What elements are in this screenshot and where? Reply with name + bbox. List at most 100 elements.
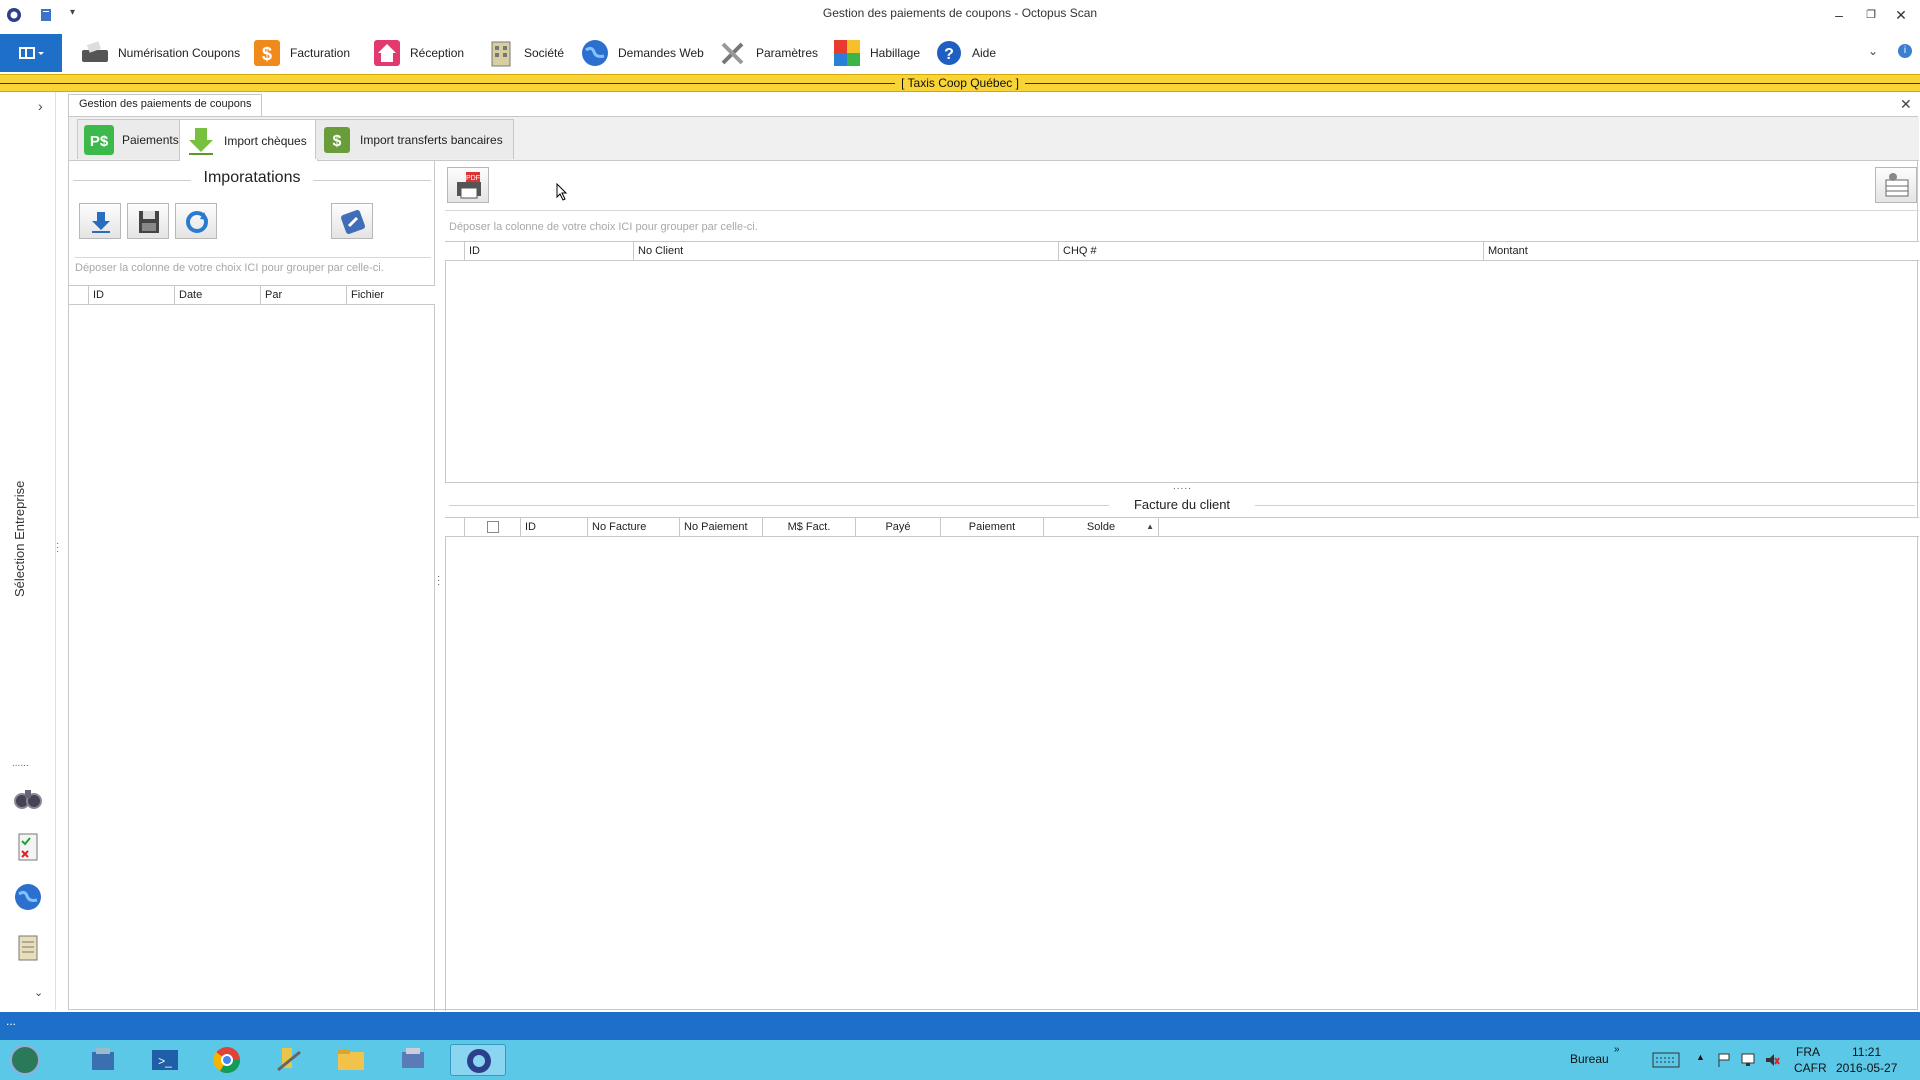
- ribbon-menu: Numérisation Coupons $ Facturation Récep…: [0, 34, 1920, 72]
- chrome-icon[interactable]: [210, 1044, 244, 1076]
- binoculars-icon[interactable]: [13, 782, 43, 812]
- svg-text:$: $: [333, 133, 342, 150]
- column-header-paiement[interactable]: Paiement: [941, 518, 1044, 536]
- keyboard-icon[interactable]: [1652, 1052, 1680, 1068]
- menu-demandes-web[interactable]: Demandes Web: [580, 36, 704, 70]
- column-header-paye[interactable]: Payé: [856, 518, 941, 536]
- menu-numerisation-coupons[interactable]: Numérisation Coupons: [80, 36, 240, 70]
- column-header-fichier[interactable]: Fichier: [347, 286, 433, 304]
- grid-settings-button[interactable]: [1875, 167, 1917, 203]
- toolbar-expand-icon[interactable]: »: [1614, 1044, 1620, 1055]
- expand-panel-icon[interactable]: ›: [38, 98, 43, 114]
- group-by-drop-zone[interactable]: Déposer la colonne de votre choix ICI po…: [75, 257, 431, 281]
- menu-societe[interactable]: Société: [486, 36, 564, 70]
- column-header-ms-fact[interactable]: M$ Fact.: [763, 518, 856, 536]
- select-all-checkbox[interactable]: [486, 521, 499, 533]
- cheques-grid-body[interactable]: [445, 261, 1919, 483]
- tools-icon[interactable]: [272, 1044, 306, 1076]
- octopus-scan-taskbar-button[interactable]: [450, 1044, 506, 1076]
- imports-grid-header: ID Date Par Fichier: [69, 285, 435, 305]
- menu-habillage[interactable]: Habillage: [832, 36, 920, 70]
- input-layout[interactable]: CAFR: [1794, 1061, 1827, 1075]
- flag-icon[interactable]: [1716, 1052, 1732, 1068]
- column-header-no-paiement[interactable]: No Paiement: [680, 518, 763, 536]
- show-hidden-icons-icon[interactable]: ▲: [1696, 1052, 1705, 1062]
- menu-label: Demandes Web: [618, 46, 704, 60]
- column-header-id[interactable]: ID: [521, 518, 588, 536]
- status-bar: ...: [0, 1012, 1920, 1040]
- close-document-icon[interactable]: ✕: [1900, 96, 1912, 113]
- powershell-icon[interactable]: >_: [148, 1044, 182, 1076]
- window-title: Gestion des paiements de coupons - Octop…: [822, 6, 1098, 20]
- globe-icon[interactable]: [13, 882, 43, 912]
- globe-icon: [582, 40, 608, 66]
- info-icon[interactable]: i: [1898, 44, 1912, 58]
- document-tab[interactable]: Gestion des paiements de coupons: [68, 94, 263, 116]
- save-icon: [139, 211, 159, 233]
- start-button-icon[interactable]: [8, 1044, 42, 1076]
- splitter-handle-icon[interactable]: · · ·: [56, 539, 59, 557]
- cheques-grid-header: ID No Client CHQ # Montant: [445, 241, 1919, 261]
- file-explorer-icon[interactable]: [334, 1044, 368, 1076]
- close-window-button[interactable]: ✕: [1886, 4, 1916, 26]
- desktop-toolbar-label[interactable]: Bureau: [1570, 1052, 1609, 1066]
- column-header-id[interactable]: ID: [89, 286, 175, 304]
- volume-muted-icon[interactable]: [1764, 1052, 1780, 1068]
- company-selection-panel: › Sélection Entreprise · · · ...... ⌄: [0, 92, 59, 1010]
- menu-facturation[interactable]: $ Facturation: [252, 36, 350, 70]
- scroll-down-icon[interactable]: ⌄: [34, 986, 43, 999]
- invoice-icon: $: [254, 40, 280, 66]
- menu-label: Réception: [410, 46, 465, 60]
- cheques-toolbar: PDF: [445, 161, 1919, 211]
- company-selection-label[interactable]: Sélection Entreprise: [12, 481, 27, 597]
- column-header-no-facture[interactable]: No Facture: [588, 518, 680, 536]
- download-arrow-icon: [189, 127, 213, 155]
- save-button[interactable]: [127, 203, 169, 239]
- svg-text:?: ?: [944, 46, 954, 63]
- menu-parametres[interactable]: Paramètres: [718, 36, 818, 70]
- building-icon: [491, 41, 511, 67]
- invoices-grid-header: ID No Facture No Paiement M$ Fact. Payé …: [445, 517, 1919, 537]
- home-icon: [374, 40, 400, 66]
- server-manager-icon[interactable]: [86, 1044, 120, 1076]
- network-app-icon[interactable]: [396, 1044, 430, 1076]
- column-header-montant[interactable]: Montant: [1484, 242, 1919, 260]
- refresh-button[interactable]: [175, 203, 217, 239]
- group-by-drop-zone[interactable]: Déposer la colonne de votre choix ICI po…: [449, 221, 758, 233]
- column-header-id[interactable]: ID: [465, 242, 634, 260]
- tab-paiements[interactable]: P$ Paiements: [77, 119, 190, 159]
- application-menu-button[interactable]: [0, 34, 62, 72]
- tab-import-transferts-bancaires[interactable]: $ Import transferts bancaires: [315, 119, 514, 159]
- row-indicator-column: [69, 286, 89, 304]
- column-header-date[interactable]: Date: [175, 286, 261, 304]
- documents-icon[interactable]: [13, 932, 43, 962]
- tab-import-cheques[interactable]: Import chèques: [179, 119, 318, 161]
- ribbon-collapse-icon[interactable]: ⌄: [1868, 44, 1878, 58]
- tab-label: Import chèques: [224, 133, 307, 148]
- cheques-panel: PDF Déposer la colonne de votre choix IC…: [445, 161, 1919, 1011]
- input-language[interactable]: FRA: [1796, 1045, 1820, 1059]
- column-header-solde[interactable]: Solde ▲: [1044, 518, 1159, 536]
- restore-button[interactable]: ❐: [1856, 4, 1886, 26]
- imports-title: Imporatations: [69, 169, 435, 187]
- network-icon[interactable]: [1740, 1052, 1756, 1068]
- app-menu-icon: [19, 47, 44, 59]
- menu-reception[interactable]: Réception: [372, 36, 464, 70]
- document-content: P$ Paiements Import chèques $ Import tra…: [68, 116, 1919, 1011]
- company-banner: [ Taxis Coop Québec ]: [0, 74, 1920, 92]
- column-header-chq[interactable]: CHQ #: [1059, 242, 1484, 260]
- column-header-no-client[interactable]: No Client: [634, 242, 1059, 260]
- vertical-splitter-handle[interactable]: · · ·: [437, 572, 440, 590]
- minimize-button[interactable]: –: [1824, 4, 1854, 26]
- import-file-button[interactable]: [79, 203, 121, 239]
- clock-date[interactable]: 2016-05-27: [1836, 1061, 1897, 1075]
- menu-aide[interactable]: ? Aide: [934, 36, 996, 70]
- clock-time[interactable]: 11:21: [1852, 1045, 1881, 1059]
- horizontal-splitter-handle[interactable]: .....: [1173, 481, 1192, 492]
- link-cheque-button[interactable]: [331, 203, 373, 239]
- checklist-icon[interactable]: [13, 832, 43, 862]
- print-pdf-button[interactable]: PDF: [447, 167, 489, 203]
- invoices-grid-body[interactable]: [445, 537, 1919, 1011]
- sidebar-dots[interactable]: ......: [12, 758, 29, 769]
- column-header-par[interactable]: Par: [261, 286, 347, 304]
